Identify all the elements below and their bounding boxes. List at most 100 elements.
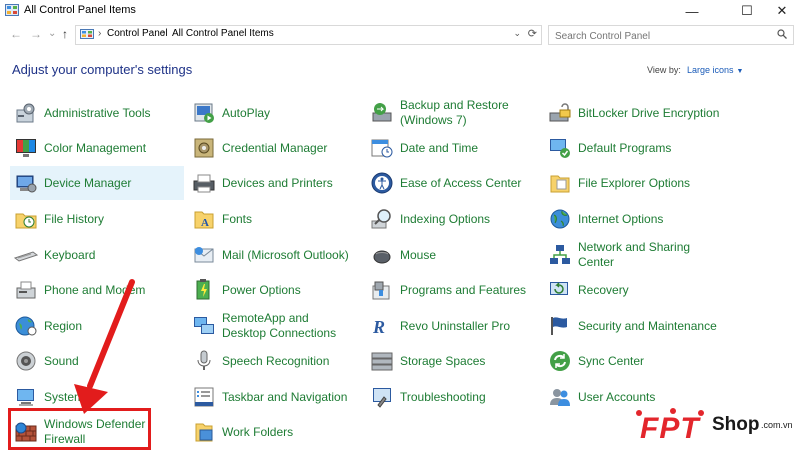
accessibility-icon [371,172,393,194]
item-label: Power Options [222,282,301,297]
item-file-history[interactable]: File History [10,202,104,236]
item-fonts[interactable]: A Fonts [188,202,252,236]
refresh-icon[interactable]: ⟳ [528,27,537,40]
brand-fpt: FPT [640,412,700,445]
search-icon[interactable] [777,29,787,39]
svg-text:A: A [201,217,209,229]
forward-button[interactable]: → [30,27,42,41]
item-remoteapp[interactable]: RemoteApp and Desktop Connections [188,309,347,343]
svg-text:R: R [372,317,385,337]
recovery-icon [550,282,568,295]
search-box[interactable] [548,25,794,46]
item-file-explorer-options[interactable]: File Explorer Options [544,166,690,200]
keyboard-icon [14,251,38,262]
item-label: Programs and Features [400,282,527,297]
mail-icon [194,247,214,263]
item-programs-and-features[interactable]: Programs and Features [366,273,526,307]
item-label: Work Folders [222,424,294,439]
item-mouse[interactable]: Mouse [366,238,436,272]
item-network-and-sharing-center[interactable]: Network and Sharing Center [544,238,703,272]
vault-icon [194,138,214,158]
item-keyboard[interactable]: Keyboard [10,238,95,272]
item-work-folders[interactable]: Work Folders [188,415,293,449]
item-label: Revo Uninstaller Pro [400,318,511,333]
storage-icon [371,352,393,371]
recent-locations-dropdown[interactable]: ⌄ [48,28,56,39]
item-mail[interactable]: Mail (Microsoft Outlook) [188,238,349,272]
breadcrumb-control-panel[interactable]: Control Panel [107,28,168,39]
item-indexing-options[interactable]: Indexing Options [366,202,490,236]
item-credential-manager[interactable]: Credential Manager [188,131,327,165]
minimize-button[interactable]: — [670,0,714,22]
item-bitlocker[interactable]: BitLocker Drive Encryption [544,96,719,130]
item-power-options[interactable]: Power Options [188,273,301,307]
item-label: Date and Time [400,140,479,155]
computer-icon [17,389,34,406]
revo-icon: R [372,317,385,337]
item-label: Internet Options [578,211,664,226]
item-internet-options[interactable]: Internet Options [544,202,663,236]
brand-shop: Shop [712,414,760,435]
item-date-and-time[interactable]: Date and Time [366,131,478,165]
item-backup-and-restore[interactable]: Backup and Restore (Windows 7) [366,96,525,130]
title-bar: All Control Panel Items — ☐ ✕ [0,0,800,22]
item-label: Backup and Restore (Windows 7) [400,98,509,127]
item-label: Storage Spaces [400,353,486,368]
annotation-highlight-box [8,408,151,450]
navigation-bar: ← → ⌄ ↑ › Control Panel › All Control Pa… [0,22,800,48]
speaker-icon [16,351,36,371]
calendar-clock-icon [371,139,393,158]
item-devices-and-printers[interactable]: Devices and Printers [188,166,333,200]
annotation-arrow [74,279,135,414]
work-folders-icon [195,423,213,442]
fpt-shop-logo: FPT Shop .com.vn [630,406,800,451]
item-storage-spaces[interactable]: Storage Spaces [366,344,485,378]
folder-options-icon [550,175,570,193]
item-label: Device Manager [44,175,132,190]
autoplay-icon [194,103,214,123]
item-autoplay[interactable]: AutoPlay [188,96,270,130]
tools-icon [16,103,35,123]
item-security-and-maintenance[interactable]: Security and Maintenance [544,309,717,343]
item-label: Fonts [222,211,253,226]
item-label: Credential Manager [222,140,328,155]
item-ease-of-access-center[interactable]: Ease of Access Center [366,166,521,200]
up-button[interactable]: ↑ [62,27,68,41]
logo-dot [636,410,642,416]
address-bar[interactable]: › Control Panel › All Control Panel Item… [75,25,542,45]
mouse-icon [373,250,391,264]
item-revo-uninstaller-pro[interactable]: R Revo Uninstaller Pro [366,309,510,343]
window-title: All Control Panel Items [24,4,136,16]
control-panel-icon [5,4,19,16]
search-input[interactable] [553,27,757,46]
item-default-programs[interactable]: Default Programs [544,131,671,165]
item-speech-recognition[interactable]: Speech Recognition [188,344,329,378]
address-dropdown-icon[interactable]: ⌄ [513,28,521,39]
logo-dot [670,408,676,414]
back-button[interactable]: ← [10,27,22,41]
item-sync-center[interactable]: Sync Center [544,344,644,378]
item-label: Mouse [400,247,437,262]
users-icon [550,389,570,406]
item-label: Taskbar and Navigation [222,389,348,404]
item-administrative-tools[interactable]: Administrative Tools [10,96,151,130]
troubleshoot-icon [373,388,391,408]
page-title: Adjust your computer's settings [12,62,193,77]
item-label: Recovery [578,282,629,297]
magnifier-icon [371,209,391,229]
close-button[interactable]: ✕ [760,0,800,22]
item-label: Mail (Microsoft Outlook) [222,247,349,262]
fonts-folder-icon: A [194,211,214,229]
item-device-manager[interactable]: Device Manager [10,166,184,200]
monitor-color-icon [16,139,36,157]
item-label: Sync Center [578,353,645,368]
control-panel-icon [80,29,94,39]
item-label: Administrative Tools [44,105,151,120]
item-recovery[interactable]: Recovery [544,273,629,307]
breadcrumb-all-items[interactable]: All Control Panel Items [172,28,274,39]
view-by-dropdown[interactable]: Large icons ▼ [687,65,743,75]
item-color-management[interactable]: Color Management [10,131,146,165]
item-troubleshooting[interactable]: Troubleshooting [366,380,486,414]
item-label: Security and Maintenance [578,318,717,333]
item-taskbar-and-navigation[interactable]: Taskbar and Navigation [188,380,347,414]
